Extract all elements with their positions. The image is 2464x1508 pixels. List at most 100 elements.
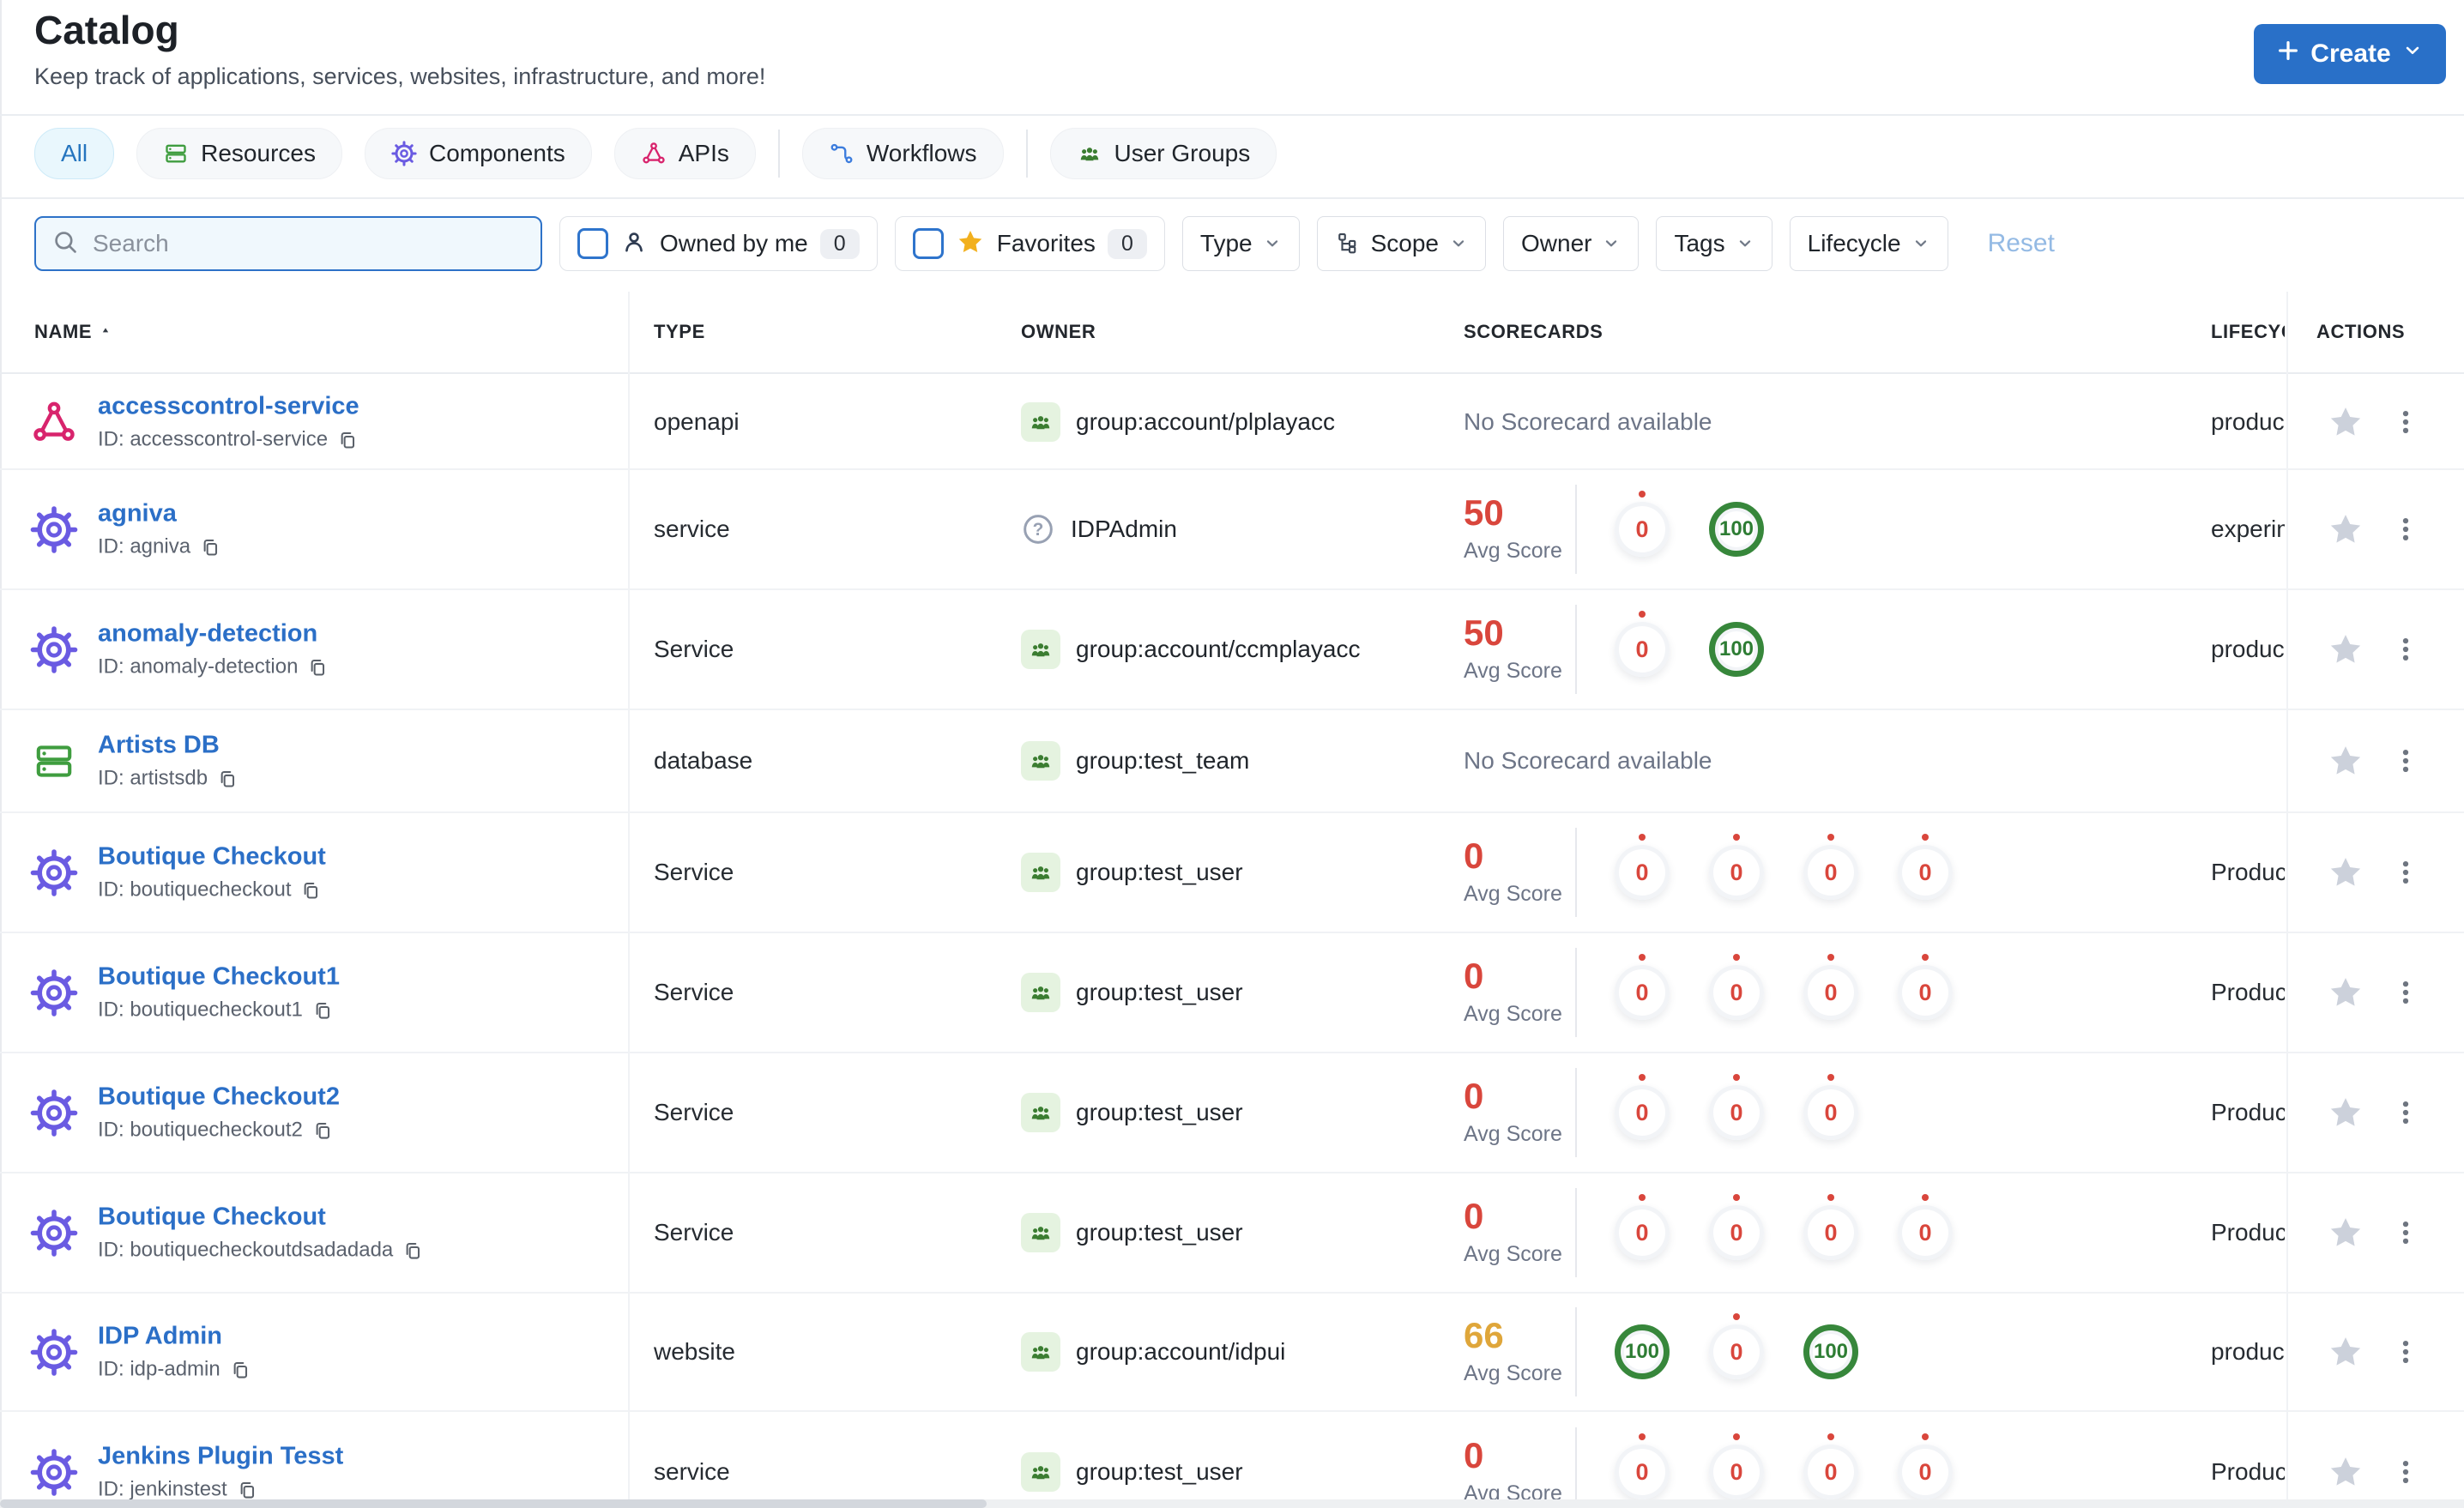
entity-owner: group:test_user (1021, 973, 1243, 1012)
search-input[interactable] (91, 229, 525, 258)
svg-text:?: ? (1033, 520, 1044, 540)
horizontal-scrollbar-thumb[interactable] (0, 1499, 987, 1508)
entity-lifecycle: Produc (2211, 1458, 2285, 1485)
favorite-star-icon[interactable] (2327, 1333, 2364, 1371)
entity-name-block: Boutique Checkout ID: boutiquecheckout (98, 843, 326, 902)
tab-group-divider (777, 130, 780, 178)
entity-tab-apis[interactable]: APIs (613, 128, 756, 179)
entity-name-link[interactable]: agniva (98, 500, 177, 528)
scorecard-score-badge: 0 (1615, 954, 1670, 1020)
search-box[interactable] (34, 216, 542, 271)
favorite-star-icon[interactable] (2327, 854, 2364, 891)
column-header-type: TYPE (654, 321, 705, 342)
entity-tab-components[interactable]: Components (364, 128, 592, 179)
column-header-name[interactable]: NAME (34, 321, 112, 343)
progress-dot (1733, 954, 1740, 961)
copy-icon[interactable] (336, 428, 359, 451)
entity-tab-workflows[interactable]: Workflows (801, 128, 1004, 179)
gear-icon (29, 1209, 79, 1257)
avg-score-label: Avg Score (1464, 1242, 1562, 1266)
copy-icon[interactable] (236, 1478, 259, 1501)
favorite-star-icon[interactable] (2327, 1094, 2364, 1131)
owned-by-me-filter[interactable]: Owned by me 0 (559, 216, 878, 271)
favorite-star-icon[interactable] (2327, 630, 2364, 668)
entity-type: Service (654, 859, 734, 885)
entity-name-link[interactable]: Boutique Checkout (98, 1203, 326, 1231)
group-icon (1021, 1332, 1060, 1372)
kebab-menu-icon[interactable] (2390, 407, 2421, 437)
owned-by-me-checkbox[interactable] (577, 228, 608, 259)
entity-tab-all[interactable]: All (34, 128, 115, 179)
owner-label: group:account/idpui (1076, 1338, 1286, 1365)
favorite-star-icon[interactable] (2327, 974, 2364, 1011)
scorecard-score-badge: 0 (1803, 834, 1858, 900)
entity-name-block: IDP Admin ID: idp-admin (98, 1323, 252, 1382)
favorites-checkbox[interactable] (912, 228, 944, 259)
kebab-menu-icon[interactable] (2390, 514, 2421, 545)
kebab-menu-icon[interactable] (2390, 1217, 2421, 1248)
entity-name-block: Boutique Checkout1 ID: boutiquecheckout1 (98, 963, 340, 1022)
owner-label: group:test_user (1076, 1099, 1243, 1125)
entity-tab-resources[interactable]: Resources (136, 128, 342, 179)
scorecard-divider (1575, 1307, 1577, 1396)
avg-score-block: 0 Avg Score (1464, 1198, 1575, 1267)
progress-dot (1733, 1194, 1740, 1201)
filter-dropdown-type[interactable]: Type (1181, 216, 1300, 271)
copy-icon[interactable] (229, 1358, 252, 1381)
progress-dot (1922, 954, 1929, 961)
entity-name-block: Boutique Checkout2 ID: boutiquecheckout2 (98, 1083, 340, 1143)
row-actions (2327, 1094, 2421, 1131)
entity-name-link[interactable]: Jenkins Plugin Tesst (98, 1443, 343, 1470)
copy-icon[interactable] (311, 1119, 335, 1142)
scorecard-divider (1575, 828, 1577, 917)
entity-lifecycle: experim (2211, 516, 2285, 542)
copy-icon[interactable] (299, 878, 323, 902)
entity-owner: group:test_user (1021, 853, 1243, 892)
row-actions (2327, 854, 2421, 891)
horizontal-scrollbar[interactable] (0, 1499, 2464, 1508)
copy-icon[interactable] (311, 998, 335, 1022)
kebab-menu-icon[interactable] (2390, 1457, 2421, 1487)
favorite-star-icon[interactable] (2327, 510, 2364, 548)
entity-tab-label: User Groups (1114, 140, 1251, 166)
entity-name-link[interactable]: Boutique Checkout2 (98, 1083, 340, 1111)
filter-dropdown-scope[interactable]: Scope (1316, 216, 1487, 271)
favorites-filter[interactable]: Favorites 0 (894, 216, 1165, 271)
filter-dropdown-lifecycle[interactable]: Lifecycle (1789, 216, 1948, 271)
scorecards-cell: 0 Avg Score 0000 (1464, 948, 1953, 1037)
entity-lifecycle: Produc (2211, 1099, 2285, 1125)
kebab-menu-icon[interactable] (2390, 977, 2421, 1008)
favorite-star-icon[interactable] (2327, 1214, 2364, 1252)
kebab-menu-icon[interactable] (2390, 857, 2421, 888)
kebab-menu-icon[interactable] (2390, 1336, 2421, 1367)
entity-tab-user-groups[interactable]: User Groups (1049, 128, 1277, 179)
entity-name-link[interactable]: anomaly-detection (98, 620, 317, 648)
favorite-star-icon[interactable] (2327, 742, 2364, 780)
copy-icon[interactable] (199, 535, 222, 558)
favorite-star-icon[interactable] (2327, 403, 2364, 441)
reset-filters-button[interactable]: Reset (1988, 229, 2055, 258)
filter-dropdown-tags[interactable]: Tags (1656, 216, 1773, 271)
table-row: accesscontrol-service ID: accesscontrol-… (0, 376, 2464, 470)
filter-dropdown-owner[interactable]: Owner (1503, 216, 1640, 271)
entity-name-link[interactable]: accesscontrol-service (98, 393, 359, 420)
copy-icon[interactable] (216, 767, 239, 790)
group-icon (1021, 630, 1060, 669)
chevron-down-icon (1263, 234, 1282, 253)
scorecard-score-badge: 0 (1898, 954, 1953, 1020)
entity-name-link[interactable]: IDP Admin (98, 1323, 222, 1350)
favorite-star-icon[interactable] (2327, 1453, 2364, 1491)
copy-icon[interactable] (306, 655, 329, 679)
scorecard-score-badge: 0 (1615, 491, 1670, 557)
kebab-menu-icon[interactable] (2390, 634, 2421, 665)
entity-name-link[interactable]: Artists DB (98, 732, 220, 759)
create-button[interactable]: Create (2254, 24, 2446, 84)
entity-name-link[interactable]: Boutique Checkout (98, 843, 326, 871)
scorecard-circles: 0000 (1615, 834, 1953, 900)
row-actions (2327, 630, 2421, 668)
kebab-menu-icon[interactable] (2390, 1097, 2421, 1128)
entity-name-link[interactable]: Boutique Checkout1 (98, 963, 340, 991)
kebab-menu-icon[interactable] (2390, 745, 2421, 776)
entity-type: database (654, 747, 753, 774)
copy-icon[interactable] (402, 1239, 425, 1262)
